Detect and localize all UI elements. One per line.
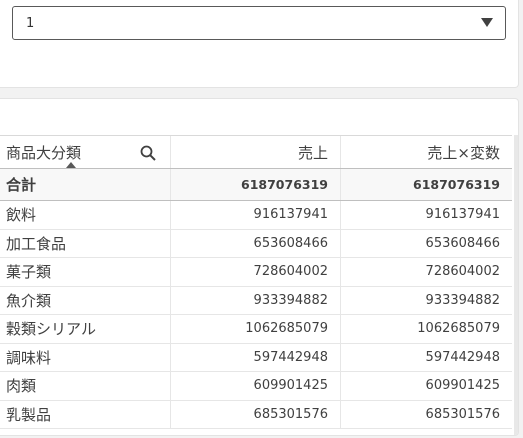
table-row[interactable]: 加工食品 653608466 653608466 xyxy=(0,229,512,258)
column-header-sales[interactable]: 売上 xyxy=(170,136,340,168)
table-row[interactable]: 肉類 609901425 609901425 xyxy=(0,372,512,401)
total-sales: 6187076319 xyxy=(170,169,340,200)
category-cell[interactable]: 肉類 xyxy=(0,372,170,400)
category-cell[interactable]: 菓子類 xyxy=(0,258,170,286)
sales-cell: 609901425 xyxy=(170,372,340,400)
sort-caret-icon xyxy=(66,162,76,168)
column-header-category[interactable]: 商品大分類 xyxy=(0,136,170,168)
category-cell[interactable]: 乳製品 xyxy=(0,401,170,429)
chevron-down-icon xyxy=(481,18,493,27)
column-header-label: 商品大分類 xyxy=(6,143,82,162)
sales-x-var-cell: 933394882 xyxy=(340,286,512,314)
table-row[interactable]: 飲料 916137941 916137941 xyxy=(0,201,512,230)
value-dropdown[interactable]: 1 xyxy=(12,6,506,40)
pivot-table: 商品大分類 売上 売上×変数 合計 6187076319 6187076319 … xyxy=(0,135,512,429)
category-cell[interactable]: 魚介類 xyxy=(0,287,170,315)
table-row[interactable]: 乳製品 685301576 685301576 xyxy=(0,400,512,429)
dropdown-selected-value: 1 xyxy=(26,16,35,31)
sales-cell: 933394882 xyxy=(170,286,340,314)
sales-x-var-cell: 597442948 xyxy=(340,343,512,371)
sales-cell: 685301576 xyxy=(170,400,340,428)
sales-cell: 1062685079 xyxy=(170,315,340,343)
sales-cell: 597442948 xyxy=(170,343,340,371)
table-row[interactable]: 調味料 597442948 597442948 xyxy=(0,343,512,372)
sales-cell: 653608466 xyxy=(170,229,340,257)
filter-panel: 1 xyxy=(0,0,519,88)
sales-x-var-cell: 916137941 xyxy=(340,201,512,229)
table-total-row: 合計 6187076319 6187076319 xyxy=(0,169,512,201)
table-row[interactable]: 菓子類 728604002 728604002 xyxy=(0,258,512,287)
category-cell[interactable]: 調味料 xyxy=(0,344,170,372)
table-panel: 商品大分類 売上 売上×変数 合計 6187076319 6187076319 … xyxy=(0,98,519,436)
total-label: 合計 xyxy=(6,176,37,194)
total-sales-x-var: 6187076319 xyxy=(340,169,512,200)
vertical-scrollbar[interactable] xyxy=(514,135,518,435)
search-icon[interactable] xyxy=(140,145,156,161)
column-header-label: 売上×変数 xyxy=(427,143,500,162)
column-header-sales-x-var[interactable]: 売上×変数 xyxy=(340,136,512,168)
sales-x-var-cell: 653608466 xyxy=(340,229,512,257)
sales-x-var-cell: 609901425 xyxy=(340,372,512,400)
sales-x-var-cell: 728604002 xyxy=(340,258,512,286)
sales-cell: 916137941 xyxy=(170,201,340,229)
table-header-row: 商品大分類 売上 売上×変数 xyxy=(0,135,512,169)
category-cell[interactable]: 穀類シリアル xyxy=(0,315,170,343)
sales-x-var-cell: 685301576 xyxy=(340,400,512,428)
sales-cell: 728604002 xyxy=(170,258,340,286)
table-row[interactable]: 魚介類 933394882 933394882 xyxy=(0,286,512,315)
column-header-label: 売上 xyxy=(297,143,328,162)
category-cell[interactable]: 飲料 xyxy=(0,201,170,229)
table-row[interactable]: 穀類シリアル 1062685079 1062685079 xyxy=(0,315,512,344)
category-cell[interactable]: 加工食品 xyxy=(0,230,170,258)
sales-x-var-cell: 1062685079 xyxy=(340,315,512,343)
